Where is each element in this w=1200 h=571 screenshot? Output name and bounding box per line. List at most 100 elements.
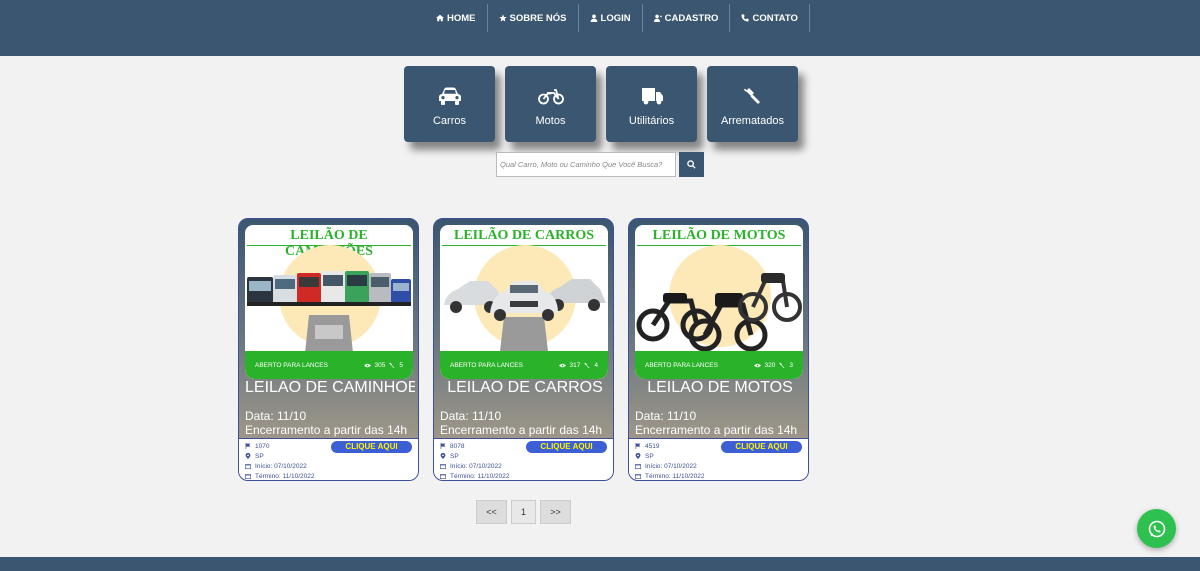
category-carros[interactable]: Carros: [404, 66, 495, 142]
motorcycles-image: [636, 273, 802, 352]
card-banner: LEILÃO DE CARROS ABERTO PARA LANCES 317 …: [440, 225, 608, 379]
card-stats: 317 4: [558, 361, 598, 369]
card-date: Data: 11/10: [245, 409, 307, 423]
calendar-icon: [440, 464, 446, 469]
auction-card-motos[interactable]: LEILÃO DE MOTOS ABERTO PARA LANCES 320 3: [628, 218, 809, 481]
card-status-text: ABERTO PARA LANCES: [255, 361, 328, 369]
card-lot-value: 8078: [450, 442, 465, 450]
card-stats: 320 3: [753, 361, 793, 369]
card-start-value: Início: 07/10/2022: [645, 462, 697, 470]
card-bids: 4: [594, 361, 598, 369]
calendar-icon: [245, 464, 251, 469]
flag-icon: [245, 443, 251, 449]
calendar-icon: [245, 474, 251, 479]
nav-sobre-nos[interactable]: SOBRE NÓS: [488, 4, 579, 32]
card-closing: Encerramento a partir das 14h: [245, 423, 408, 437]
gavel-icon: [743, 88, 760, 104]
category-motos[interactable]: Motos: [505, 66, 596, 142]
card-info: 4519 SP Início: 07/10/2022 Término: 11/1…: [629, 438, 808, 480]
search-input[interactable]: [496, 152, 676, 177]
nav-cadastro[interactable]: CADASTRO: [643, 4, 731, 32]
pagination-next[interactable]: >>: [540, 500, 571, 524]
category-tiles: Carros Motos Utilitários Arrematados: [404, 66, 798, 142]
home-icon: [436, 14, 444, 22]
card-bids: 5: [399, 361, 403, 369]
category-arrematados-label: Arrematados: [721, 115, 784, 127]
card-status-text: ABERTO PARA LANCES: [645, 361, 718, 369]
card-state: SP: [450, 452, 459, 460]
whatsapp-button[interactable]: [1137, 509, 1176, 548]
card-start-date: Início: 07/10/2022: [245, 461, 414, 471]
category-utilitarios[interactable]: Utilitários: [606, 66, 697, 142]
nav-contato[interactable]: CONTATO: [730, 4, 810, 32]
card-finish-value: Término: 11/10/2022: [450, 472, 510, 480]
map-marker-icon: [635, 453, 641, 459]
card-start-value: Início: 07/10/2022: [255, 462, 307, 470]
card-title: LEILAO DE CAMINHOES: [245, 379, 415, 396]
phone-icon: [741, 14, 750, 22]
nav-home[interactable]: HOME: [425, 4, 488, 32]
card-date: Data: 11/10: [635, 409, 697, 423]
clique-aqui-button[interactable]: CLIQUE AQUI: [721, 441, 802, 453]
card-info: 8078 SP Início: 07/10/2022 Término: 11/1…: [434, 438, 613, 480]
card-date: Data: 11/10: [440, 409, 502, 423]
card-title: LEILAO DE MOTOS: [647, 379, 793, 396]
pagination-prev[interactable]: <<: [476, 500, 507, 524]
footer-bar: [0, 557, 1200, 571]
card-start-value: Início: 07/10/2022: [450, 462, 502, 470]
gavel-icon: [779, 362, 785, 368]
nav-contato-label: CONTATO: [752, 12, 798, 24]
pagination-page-1[interactable]: 1: [511, 500, 536, 524]
map-marker-icon: [245, 453, 251, 459]
auction-card-carros[interactable]: LEILÃO DE CARROS ABERTO PARA LANCES 317 …: [433, 218, 614, 481]
card-end-date: Término: 11/10/2022: [245, 471, 414, 480]
main-nav: HOME SOBRE NÓS LOGIN CADASTRO CONTATO: [425, 4, 810, 32]
nav-sobre-nos-label: SOBRE NÓS: [509, 12, 567, 24]
gavel-icon: [389, 362, 395, 368]
pagination: << 1 >>: [476, 500, 571, 524]
card-bids: 3: [789, 361, 793, 369]
clique-aqui-button[interactable]: CLIQUE AQUI: [526, 441, 607, 453]
clique-aqui-button[interactable]: CLIQUE AQUI: [331, 441, 412, 453]
map-marker-icon: [440, 453, 446, 459]
card-closing: Encerramento a partir das 14h: [440, 423, 603, 437]
search-button[interactable]: [679, 152, 704, 177]
card-info: 1070 SP Início: 07/10/2022 Término: 11/1…: [239, 438, 418, 480]
card-start-date: Início: 07/10/2022: [635, 461, 804, 471]
search-icon: [687, 160, 696, 169]
nav-home-label: HOME: [447, 12, 476, 24]
calendar-icon: [635, 474, 641, 479]
nav-login[interactable]: LOGIN: [579, 4, 643, 32]
card-banner-title: LEILÃO DE CARROS: [453, 228, 595, 243]
user-icon: [590, 14, 597, 22]
card-status-bar: ABERTO PARA LANCES 320 3: [635, 351, 803, 379]
auction-card-caminhoes[interactable]: LEILÃO DE CAMINHÕES ABERTO PARA LANCES: [238, 218, 419, 481]
auction-cards: LEILÃO DE CAMINHÕES ABERTO PARA LANCES: [238, 218, 809, 481]
card-status-bar: ABERTO PARA LANCES 317 4: [440, 351, 608, 379]
card-lot-value: 1070: [255, 442, 270, 450]
calendar-icon: [635, 464, 641, 469]
eye-icon: [363, 363, 371, 367]
category-carros-label: Carros: [432, 115, 466, 127]
card-start-date: Início: 07/10/2022: [440, 461, 609, 471]
eye-icon: [558, 363, 566, 367]
category-motos-label: Motos: [535, 115, 566, 127]
card-title: LEILAO DE CARROS: [447, 379, 603, 396]
trucks-image: [247, 271, 411, 353]
flag-icon: [440, 443, 446, 449]
card-end-date: Término: 11/10/2022: [635, 471, 804, 480]
card-banner-title: LEILÃO DE MOTOS: [652, 228, 786, 243]
cars-image: [444, 279, 606, 351]
card-stats: 305 5: [363, 361, 403, 369]
whatsapp-icon: [1148, 520, 1165, 537]
category-arrematados[interactable]: Arrematados: [707, 66, 798, 142]
card-finish-value: Término: 11/10/2022: [255, 472, 315, 480]
search-bar: [496, 152, 704, 177]
card-banner: LEILÃO DE MOTOS ABERTO PARA LANCES 320 3: [635, 225, 803, 379]
calendar-icon: [440, 474, 446, 479]
nav-login-label: LOGIN: [600, 12, 631, 24]
gavel-icon: [584, 362, 590, 368]
category-utilitarios-label: Utilitários: [628, 115, 675, 127]
eye-icon: [753, 363, 761, 367]
card-end-date: Término: 11/10/2022: [440, 471, 609, 480]
